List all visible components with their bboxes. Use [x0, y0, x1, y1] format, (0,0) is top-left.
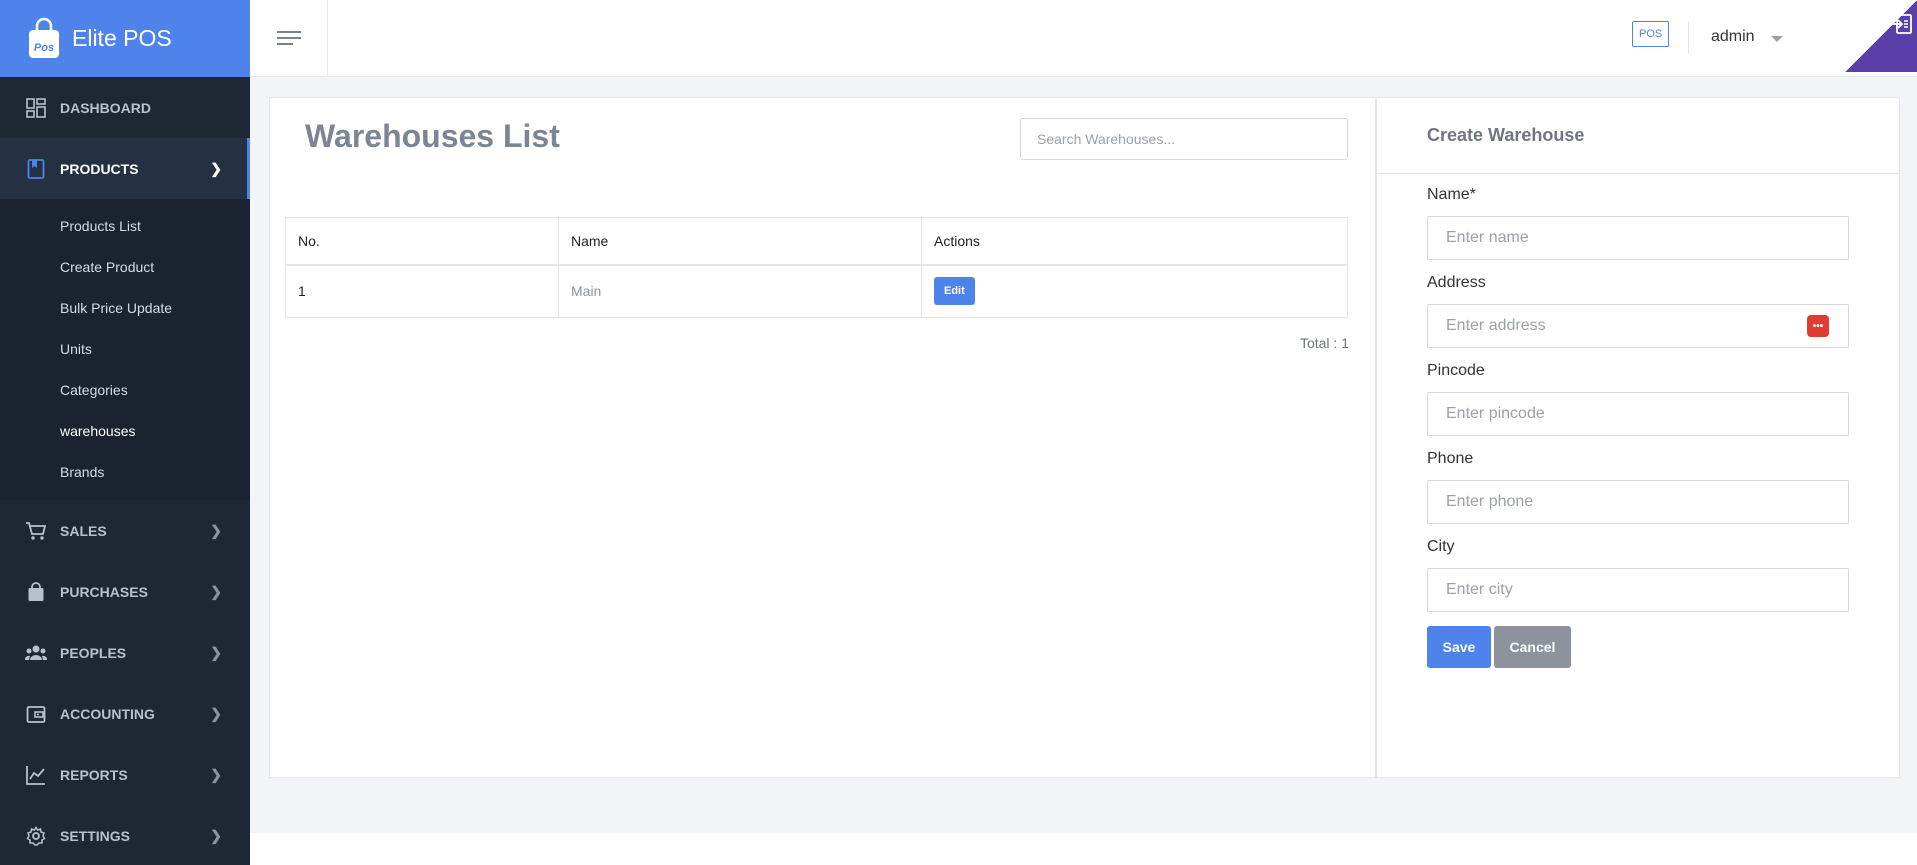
- save-button[interactable]: Save: [1427, 626, 1491, 668]
- sidebar-item-label: PURCHASES: [60, 583, 148, 600]
- sidebar-item-products[interactable]: PRODUCTS ❯: [0, 138, 250, 199]
- dashboard-icon: [24, 96, 48, 120]
- warehouses-table: No. Name Actions 1 Main Edit: [285, 217, 1348, 318]
- cell-name: Main: [558, 264, 922, 318]
- name-input[interactable]: [1427, 216, 1849, 260]
- sidebar-item-settings[interactable]: SETTINGS ❯: [0, 805, 250, 865]
- chevron-right-icon: ❯: [210, 160, 222, 176]
- sidebar-item-label: PRODUCTS: [60, 160, 139, 177]
- form-body: Name* Address ••• Pincode Phone: [1377, 174, 1899, 668]
- submenu-warehouses[interactable]: warehouses: [0, 410, 250, 451]
- address-input-wrap: •••: [1427, 304, 1849, 348]
- wallet-icon: [24, 702, 48, 726]
- sidebar-item-label: REPORTS: [60, 766, 128, 783]
- address-input[interactable]: [1427, 304, 1849, 348]
- chart-icon: [24, 763, 48, 787]
- name-field-group: Name*: [1427, 186, 1899, 260]
- name-label: Name*: [1427, 186, 1476, 203]
- submenu-create-product[interactable]: Create Product: [0, 246, 250, 287]
- shopping-bag-logo-icon: Pos: [29, 17, 59, 58]
- sidebar-item-label: ACCOUNTING: [60, 705, 155, 722]
- sidebar-item-label: DASHBOARD: [60, 99, 151, 116]
- sidebar: Pos Elite POS DASHBOARD PRODUCTS ❯ Produ…: [0, 0, 250, 865]
- cart-icon: [24, 519, 48, 543]
- sidebar-item-reports[interactable]: REPORTS ❯: [0, 744, 250, 805]
- phone-label: Phone: [1427, 450, 1474, 467]
- divider: [1688, 22, 1689, 54]
- city-input[interactable]: [1427, 568, 1849, 612]
- pincode-label: Pincode: [1427, 362, 1485, 379]
- logout-icon: [1891, 14, 1912, 34]
- city-field-group: City: [1427, 538, 1899, 612]
- table-row: 1 Main Edit: [285, 264, 1348, 318]
- chevron-right-icon: ❯: [210, 766, 222, 782]
- sidebar-item-label: SETTINGS: [60, 827, 131, 844]
- form-title: Create Warehouse: [1377, 98, 1899, 174]
- chevron-right-icon: ❯: [210, 583, 222, 599]
- brand-name: Elite POS: [72, 25, 172, 51]
- column-header-actions: Actions: [921, 217, 1348, 266]
- bag-icon: [24, 580, 48, 604]
- city-label: City: [1427, 538, 1455, 555]
- brand[interactable]: Pos Elite POS: [0, 0, 250, 77]
- page-title: Warehouses List: [305, 118, 560, 154]
- create-warehouse-card: Create Warehouse Name* Address ••• Pinco…: [1376, 97, 1900, 778]
- corner-ribbon[interactable]: [1845, 0, 1917, 72]
- table-header-row: No. Name Actions: [285, 217, 1348, 266]
- sidebar-item-peoples[interactable]: PEOPLES ❯: [0, 622, 250, 683]
- cell-actions: Edit: [921, 264, 1348, 318]
- search-input[interactable]: [1020, 118, 1348, 160]
- name-input-wrap: [1427, 216, 1849, 260]
- edit-button[interactable]: Edit: [934, 277, 975, 306]
- chevron-right-icon: ❯: [210, 644, 222, 660]
- people-icon: [24, 641, 48, 665]
- gear-icon: [24, 824, 48, 848]
- form-actions: Save Cancel: [1427, 626, 1899, 668]
- chevron-right-icon: ❯: [210, 827, 222, 843]
- cell-no: 1: [285, 264, 559, 318]
- sidebar-item-accounting[interactable]: ACCOUNTING ❯: [0, 683, 250, 744]
- bookmark-icon: [24, 157, 48, 181]
- address-label: Address: [1427, 274, 1486, 291]
- pincode-input-wrap: [1427, 392, 1849, 436]
- phone-input-wrap: [1427, 480, 1849, 524]
- svg-text:Pos: Pos: [34, 42, 54, 54]
- address-field-group: Address •••: [1427, 274, 1899, 348]
- submenu-categories[interactable]: Categories: [0, 369, 250, 410]
- sidebar-item-label: PEOPLES: [60, 644, 127, 661]
- main-content: Warehouses List No. Name Actions 1 Main …: [250, 77, 1917, 833]
- topbar: POS admin: [250, 0, 1917, 77]
- sidebar-item-dashboard[interactable]: DASHBOARD: [0, 77, 250, 138]
- chevron-right-icon: ❯: [210, 705, 222, 721]
- more-options-icon[interactable]: •••: [1807, 315, 1829, 337]
- submenu-brands[interactable]: Brands: [0, 451, 250, 492]
- sidebar-item-label: SALES: [60, 522, 107, 539]
- products-submenu: Products List Create Product Bulk Price …: [0, 199, 250, 500]
- pos-button[interactable]: POS: [1632, 21, 1670, 47]
- submenu-bulk-price-update[interactable]: Bulk Price Update: [0, 287, 250, 328]
- chevron-right-icon: ❯: [210, 522, 222, 538]
- submenu-units[interactable]: Units: [0, 328, 250, 369]
- sidebar-item-sales[interactable]: SALES ❯: [0, 500, 250, 561]
- cancel-button[interactable]: Cancel: [1494, 626, 1571, 668]
- column-header-name: Name: [558, 217, 922, 266]
- phone-field-group: Phone: [1427, 450, 1899, 524]
- total-count: Total : 1: [1299, 335, 1349, 351]
- caret-down-icon[interactable]: [1771, 36, 1783, 42]
- submenu-products-list[interactable]: Products List: [0, 205, 250, 246]
- warehouses-list-card: Warehouses List No. Name Actions 1 Main …: [269, 97, 1376, 778]
- sidebar-item-purchases[interactable]: PURCHASES ❯: [0, 561, 250, 622]
- column-header-no: No.: [285, 217, 559, 266]
- menu-toggle-icon[interactable]: [250, 0, 328, 76]
- pincode-field-group: Pincode: [1427, 362, 1899, 436]
- user-menu[interactable]: admin: [1711, 28, 1755, 46]
- phone-input[interactable]: [1427, 480, 1849, 524]
- city-input-wrap: [1427, 568, 1849, 612]
- pincode-input[interactable]: [1427, 392, 1849, 436]
